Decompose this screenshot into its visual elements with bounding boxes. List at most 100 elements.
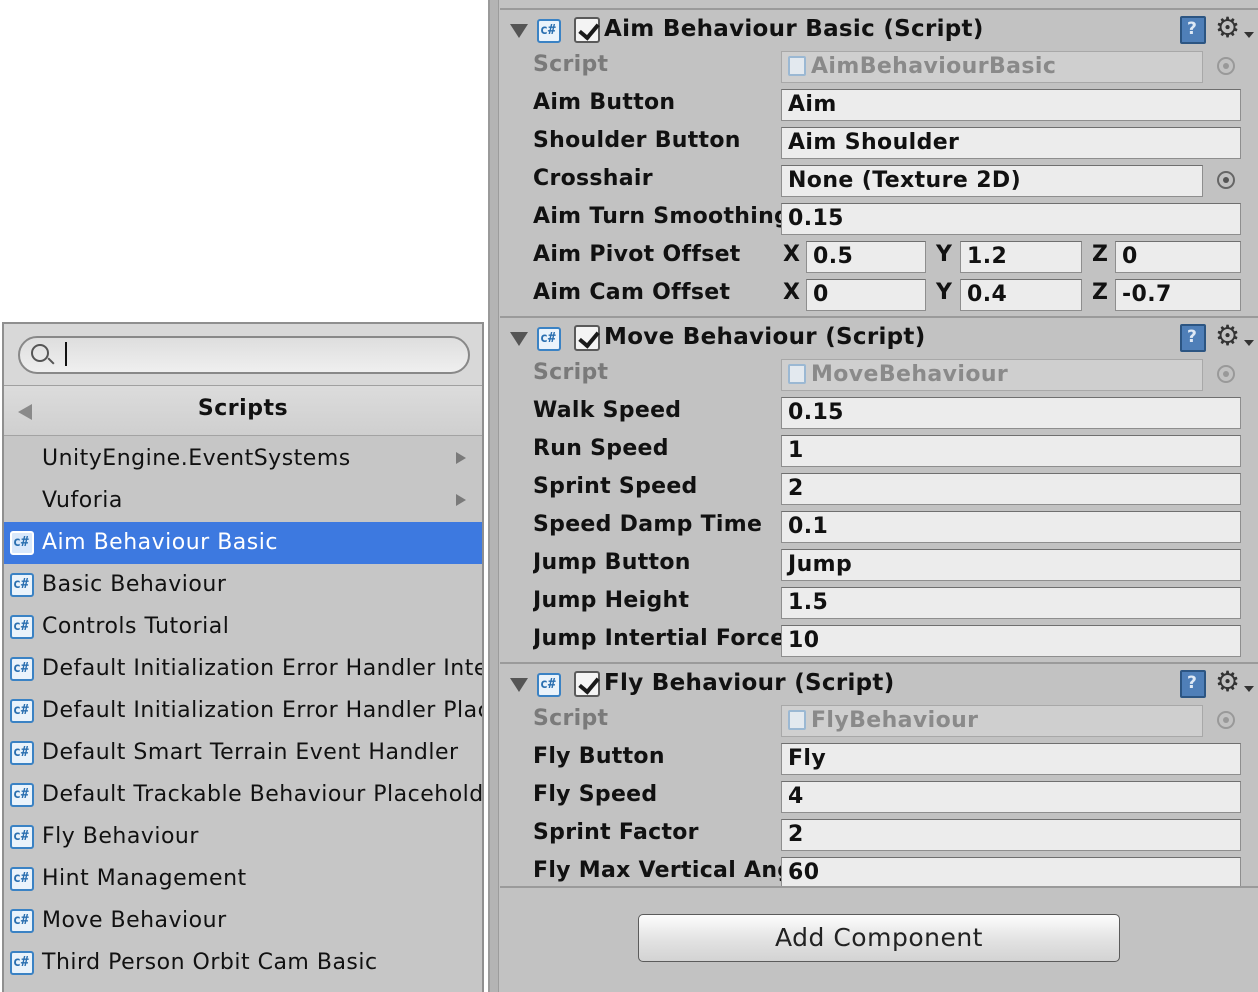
- axis-label-y: Y: [936, 280, 952, 305]
- list-item-label: Controls Tutorial: [42, 614, 230, 639]
- script-item[interactable]: Move Behaviour: [4, 900, 482, 942]
- script-object-field: MoveBehaviour: [781, 359, 1203, 391]
- aim-cam-offset-z-input[interactable]: -0.7: [1115, 279, 1241, 311]
- aim-turn-smoothing-input[interactable]: 0.15: [781, 203, 1241, 235]
- jump-button-input[interactable]: Jump: [781, 549, 1241, 581]
- script-item[interactable]: Default Initialization Error Handler Pla…: [4, 690, 482, 732]
- csharp-script-icon: [10, 783, 34, 807]
- csharp-script-icon: [10, 657, 34, 681]
- field-label: Jump Height: [533, 588, 690, 613]
- script-item[interactable]: Controls Tutorial: [4, 606, 482, 648]
- list-item-label: Basic Behaviour: [42, 572, 227, 597]
- script-item[interactable]: Third Person Orbit Cam Basic: [4, 942, 482, 984]
- foldout-arrow-icon[interactable]: [510, 332, 528, 346]
- sprint-factor-input[interactable]: 2: [781, 819, 1241, 851]
- script-name: FlyBehaviour: [811, 708, 979, 733]
- list-item-label: Aim Behaviour Basic: [42, 530, 278, 555]
- help-book-icon[interactable]: [1180, 670, 1206, 698]
- object-picker-icon[interactable]: [1217, 171, 1235, 189]
- script-item-selected[interactable]: Aim Behaviour Basic: [4, 522, 482, 564]
- foldout-arrow-icon[interactable]: [510, 24, 528, 38]
- namespace-item[interactable]: UnityEngine.EventSystems: [4, 438, 482, 480]
- aim-button-input[interactable]: Aim: [781, 89, 1241, 121]
- add-component-area: Add Component: [500, 888, 1258, 992]
- object-picker-icon: [1217, 365, 1235, 383]
- csharp-script-icon: [10, 573, 34, 597]
- script-item[interactable]: Fly Behaviour: [4, 816, 482, 858]
- aim-pivot-offset-y-input[interactable]: 1.2: [960, 241, 1082, 273]
- foldout-arrow-icon[interactable]: [510, 678, 528, 692]
- vector3-row: Aim Pivot Offset X 0.5 Y 1.2 Z 0: [500, 238, 1258, 276]
- script-item[interactable]: Default Smart Terrain Event Handler: [4, 732, 482, 774]
- script-object-field: FlyBehaviour: [781, 705, 1203, 737]
- list-item-label: Fly Behaviour: [42, 824, 199, 849]
- field-row: Speed Damp Time 0.1: [500, 508, 1258, 546]
- component-header[interactable]: Move Behaviour (Script) ⚙: [500, 318, 1258, 358]
- crosshair-object-field[interactable]: None (Texture 2D): [781, 165, 1203, 197]
- script-item[interactable]: Hint Management: [4, 858, 482, 900]
- fly-speed-input[interactable]: 4: [781, 781, 1241, 813]
- shoulder-button-input[interactable]: Aim Shoulder: [781, 127, 1241, 159]
- gear-icon[interactable]: ⚙: [1215, 664, 1255, 700]
- jump-intertial-force-input[interactable]: 10: [781, 625, 1241, 657]
- field-label: Aim Turn Smoothing: [533, 204, 781, 229]
- list-item-label: Move Behaviour: [42, 908, 227, 933]
- submenu-arrow-icon: [456, 494, 466, 506]
- script-item[interactable]: Basic Behaviour: [4, 564, 482, 606]
- field-label: Walk Speed: [533, 398, 682, 423]
- inspector-panel: Aim Behaviour Basic (Script) ⚙ Script Ai…: [488, 0, 1258, 992]
- csharp-script-icon: [10, 615, 34, 639]
- component-separator: [500, 8, 1258, 10]
- gear-icon[interactable]: ⚙: [1215, 318, 1255, 354]
- component-enabled-checkbox[interactable]: [574, 325, 600, 351]
- field-label: Jump Intertial Force: [533, 626, 781, 651]
- aim-pivot-offset-x-input[interactable]: 0.5: [806, 241, 926, 273]
- script-item[interactable]: Default Trackable Behaviour Placeholder: [4, 774, 482, 816]
- field-label: Crosshair: [533, 166, 653, 191]
- help-book-icon[interactable]: [1180, 16, 1206, 44]
- namespace-item[interactable]: Vuforia: [4, 480, 482, 522]
- walk-speed-input[interactable]: 0.15: [781, 397, 1241, 429]
- script-name: MoveBehaviour: [811, 362, 1009, 387]
- speed-damp-time-input[interactable]: 0.1: [781, 511, 1241, 543]
- axis-label-y: Y: [936, 242, 952, 267]
- csharp-script-icon: [537, 327, 561, 351]
- field-label: Aim Cam Offset: [533, 280, 731, 305]
- popup-header: Scripts: [4, 386, 482, 436]
- field-label: Aim Button: [533, 90, 676, 115]
- csharp-script-icon: [10, 531, 34, 555]
- help-book-icon[interactable]: [1180, 324, 1206, 352]
- component-enabled-checkbox[interactable]: [574, 671, 600, 697]
- csharp-script-icon: [10, 909, 34, 933]
- aim-cam-offset-y-input[interactable]: 0.4: [960, 279, 1082, 311]
- aim-pivot-offset-z-input[interactable]: 0: [1115, 241, 1241, 273]
- field-label: Jump Button: [533, 550, 691, 575]
- field-row: Walk Speed 0.15: [500, 394, 1258, 432]
- component-enabled-checkbox[interactable]: [574, 17, 600, 43]
- fly-button-input[interactable]: Fly: [781, 743, 1241, 775]
- script-item[interactable]: Default Initialization Error Handler Int…: [4, 648, 482, 690]
- field-label: Shoulder Button: [533, 128, 741, 153]
- csharp-script-icon: [10, 825, 34, 849]
- add-component-button[interactable]: Add Component: [638, 914, 1120, 962]
- axis-label-z: Z: [1092, 280, 1108, 305]
- field-label: Script: [533, 706, 609, 731]
- search-input[interactable]: [18, 336, 470, 374]
- list-item-label: Hint Management: [42, 866, 247, 891]
- field-label: Sprint Speed: [533, 474, 698, 499]
- list-item-label: Default Initialization Error Handler Pla…: [42, 698, 482, 723]
- aim-cam-offset-x-input[interactable]: 0: [806, 279, 926, 311]
- component-header[interactable]: Fly Behaviour (Script) ⚙: [500, 664, 1258, 704]
- gear-icon[interactable]: ⚙: [1215, 10, 1255, 46]
- component-header[interactable]: Aim Behaviour Basic (Script) ⚙: [500, 10, 1258, 50]
- sprint-speed-input[interactable]: 2: [781, 473, 1241, 505]
- fly-max-vertical-angle-input[interactable]: 60: [781, 857, 1241, 889]
- csharp-script-icon: [537, 19, 561, 43]
- run-speed-input[interactable]: 1: [781, 435, 1241, 467]
- component-title: Fly Behaviour (Script): [604, 670, 895, 696]
- add-component-popup: Scripts UnityEngine.EventSystems Vuforia…: [2, 322, 484, 992]
- field-label: Run Speed: [533, 436, 669, 461]
- axis-label-x: X: [783, 280, 800, 305]
- jump-height-input[interactable]: 1.5: [781, 587, 1241, 619]
- field-label: Script: [533, 52, 609, 77]
